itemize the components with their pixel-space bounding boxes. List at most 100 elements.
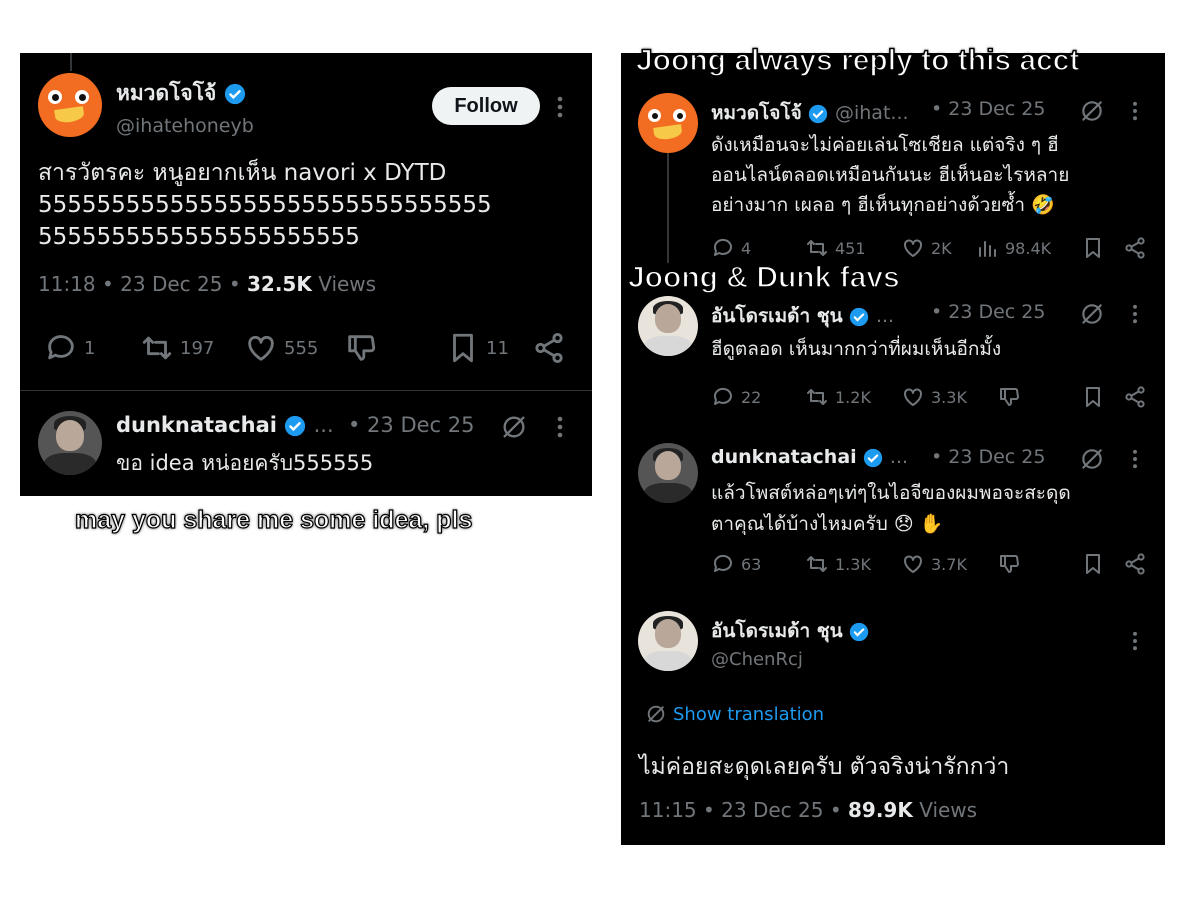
verified-badge-icon — [850, 307, 869, 326]
grok-icon[interactable] — [1079, 446, 1105, 472]
verified-badge-icon — [850, 622, 869, 641]
heart-icon — [904, 388, 922, 406]
tweet3-like-action[interactable]: 3.7K — [901, 552, 967, 576]
tweet4-text: ไม่ค่อยสะดุดเลยครับ ตัวจริงน่ารักกว่า — [639, 754, 1010, 780]
avatar-duck[interactable] — [638, 93, 698, 153]
views-count: 32.5K — [247, 272, 312, 296]
more-options-icon[interactable] — [1126, 98, 1144, 124]
retweet-action[interactable]: 197 — [140, 331, 214, 365]
reply-date[interactable]: • 23 Dec 25 — [348, 413, 475, 437]
translate-icon — [647, 705, 665, 723]
tweet4-handle[interactable]: @ChenRcj — [711, 649, 803, 670]
share-icon[interactable] — [1123, 385, 1147, 409]
verified-badge-icon — [809, 104, 828, 123]
grok-icon[interactable] — [1079, 98, 1105, 124]
retweet-icon — [142, 336, 172, 360]
tweet3-date[interactable]: • 23 Dec 25 — [931, 446, 1045, 468]
tweet3-reply-action[interactable]: 63 — [711, 552, 761, 576]
tweet1-views-action[interactable]: 98.4K — [975, 236, 1051, 260]
follow-button[interactable]: Follow — [432, 87, 540, 125]
views-count: 89.9K — [848, 798, 913, 822]
avatar-chen[interactable] — [638, 296, 698, 356]
tweet-meta: 11:18 • 23 Dec 25 • 32.5K Views — [38, 272, 377, 296]
retweet-icon — [807, 240, 827, 256]
tweet2-retweet-action[interactable]: 1.2K — [805, 385, 871, 409]
more-options-icon[interactable] — [1126, 446, 1144, 472]
tweet3-author[interactable]: dunknatachai ... — [711, 446, 908, 468]
avatar-dunk[interactable] — [38, 411, 102, 475]
grok-icon[interactable] — [1079, 301, 1105, 327]
caption-favs: Joong & Dunk favs — [627, 260, 900, 295]
dislike-action[interactable] — [344, 331, 378, 365]
heart-icon — [904, 555, 922, 573]
tweet1-like-action[interactable]: 2K — [901, 236, 952, 260]
heart-icon — [248, 335, 274, 361]
views-label: Views — [318, 272, 377, 296]
tweet3-text: แล้วโพสต์หล่อๆเท่ๆในไอจีของผมพอจะสะดุด ต… — [711, 482, 1071, 535]
share-icon — [535, 332, 563, 364]
verified-badge-icon — [224, 83, 245, 105]
views-chart-icon — [979, 241, 996, 257]
tweet2-date[interactable]: • 23 Dec 25 — [931, 301, 1045, 323]
tweet1-date[interactable]: • 23 Dec 25 — [931, 98, 1045, 120]
tweet-date[interactable]: 23 Dec 25 — [120, 272, 222, 296]
heart-icon — [904, 239, 922, 257]
bookmark-action[interactable]: 11 — [446, 331, 509, 365]
more-options-icon[interactable] — [1126, 301, 1144, 327]
thread-line — [70, 53, 72, 71]
tweet4-meta: 11:15 • 23 Dec 25 • 89.9K Views — [639, 798, 978, 822]
reply-text: ขอ idea หน่อยครับ555555 — [116, 451, 374, 475]
tweet-time[interactable]: 11:18 — [38, 272, 96, 296]
more-options-icon[interactable] — [550, 93, 570, 121]
reply-icon — [713, 238, 732, 256]
avatar-chen[interactable] — [638, 611, 698, 671]
retweet-icon — [807, 556, 827, 572]
tweet2-author[interactable]: อันโดรเมด้า ชุน ... — [711, 301, 894, 331]
bookmark-icon[interactable] — [1081, 385, 1105, 409]
verified-badge-icon — [285, 415, 306, 437]
reply-author-name[interactable]: dunknatachai ... — [116, 413, 334, 437]
show-translation-link[interactable]: Show translation — [645, 703, 824, 725]
reply-icon — [713, 554, 732, 572]
tweet3-retweet-action[interactable]: 1.3K — [805, 552, 871, 576]
tweet4-author[interactable]: อันโดรเมด้า ชุน — [711, 616, 869, 646]
author-handle[interactable]: @ihatehoneyb — [116, 115, 254, 137]
avatar-dunk[interactable] — [638, 443, 698, 503]
retweet-icon — [807, 389, 827, 405]
verified-badge-icon — [864, 448, 883, 467]
tweet1-retweet-action[interactable]: 451 — [805, 236, 866, 260]
divider — [20, 390, 592, 391]
bookmark-icon[interactable] — [1081, 552, 1105, 576]
avatar-duck[interactable] — [38, 73, 102, 137]
like-count: 555 — [284, 337, 319, 359]
like-action[interactable]: 555 — [244, 331, 318, 365]
tweet2-reply-action[interactable]: 22 — [711, 385, 761, 409]
reply-icon — [713, 387, 732, 405]
share-icon[interactable] — [1123, 552, 1147, 576]
author-name[interactable]: หมวดโจโจ้ — [116, 77, 246, 110]
bookmark-icon[interactable] — [1081, 236, 1105, 260]
bookmark-icon — [453, 333, 473, 363]
tweet-date[interactable]: 23 Dec 25 — [721, 798, 823, 822]
retweet-count: 197 — [180, 337, 215, 359]
tweet-time[interactable]: 11:15 — [639, 798, 697, 822]
share-action[interactable] — [532, 331, 566, 365]
thumbs-down-icon[interactable] — [997, 552, 1021, 576]
grok-icon[interactable] — [500, 413, 528, 441]
more-options-icon[interactable] — [550, 413, 570, 441]
caption-joong-reply: Joong always reply to this acct — [635, 43, 1080, 78]
tweet2-text: ฮีดูตลอด เห็นมากกว่าที่ผมเห็นอีกมั้ง — [711, 338, 1002, 360]
tweet1-author[interactable]: หมวดโจโจ้ @ihat... — [711, 98, 909, 128]
reply-count: 1 — [84, 337, 96, 359]
views-label: Views — [919, 798, 978, 822]
share-icon[interactable] — [1123, 236, 1147, 260]
reply-action[interactable]: 1 — [44, 331, 95, 365]
tweet-text: สารวัตรคะ หนูอยากเห็น navori x DYTD 5555… — [38, 160, 492, 250]
tweet1-reply-action[interactable]: 4 — [711, 236, 751, 260]
tweet2-like-action[interactable]: 3.3K — [901, 385, 967, 409]
thumbs-down-icon[interactable] — [997, 385, 1021, 409]
left-screenshot-panel: หมวดโจโจ้ @ihatehoneyb Follow สารวัตรคะ … — [20, 53, 592, 496]
thumbs-down-icon — [348, 335, 376, 361]
reply-icon — [48, 335, 74, 360]
more-options-icon[interactable] — [1126, 628, 1144, 654]
